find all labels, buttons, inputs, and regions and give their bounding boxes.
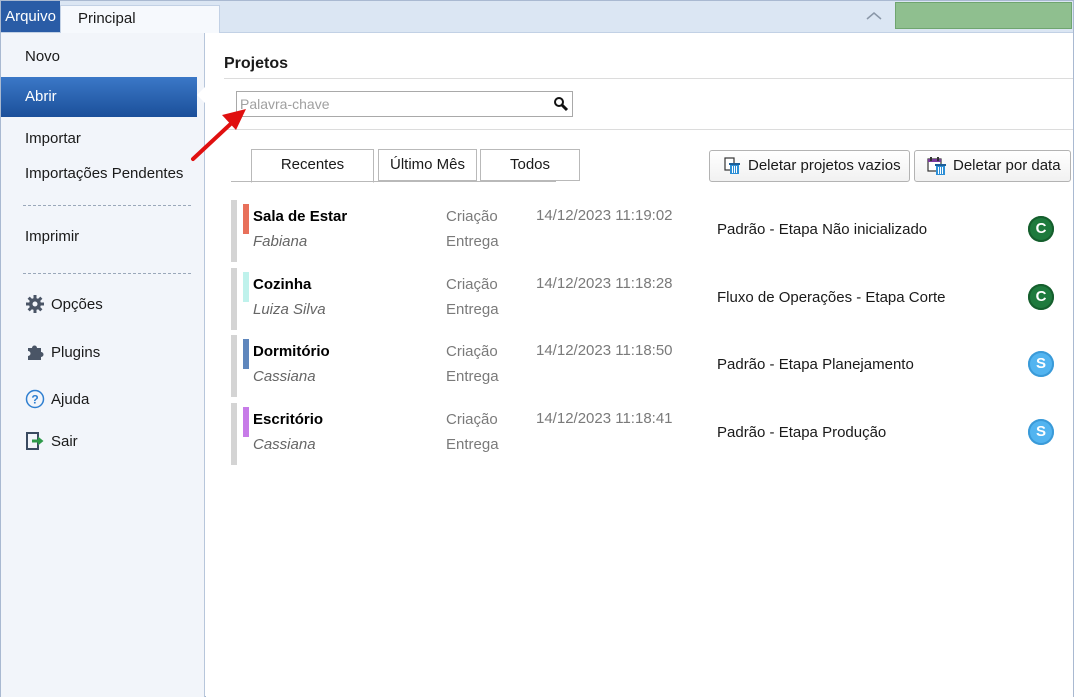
project-owner: Fabiana [253, 233, 308, 250]
delete-empty-projects-label: Deletar projetos vazios [748, 157, 901, 174]
sidebar-item-label: Ajuda [51, 391, 90, 408]
project-color-tag [243, 204, 249, 234]
puzzle-icon [28, 345, 44, 360]
ribbon-bar: Arquivo Principal [1, 1, 1073, 33]
sidebar-item-imprimir[interactable]: Imprimir [1, 217, 205, 257]
sidebar-divider [23, 273, 191, 274]
created-date: 14/12/2023 11:18:50 [536, 342, 673, 359]
title-divider [224, 78, 1073, 79]
created-label: Criação [446, 208, 498, 225]
project-owner: Luiza Silva [253, 301, 326, 318]
project-row[interactable]: Dormitório Cassiana Criação Entrega 14/1… [231, 335, 1073, 397]
created-date: 14/12/2023 11:18:41 [536, 410, 673, 427]
created-label: Criação [446, 411, 498, 428]
created-date: 14/12/2023 11:18:28 [536, 275, 673, 292]
delete-empty-projects-button[interactable]: Deletar projetos vazios [709, 150, 910, 182]
project-stage: Padrão - Etapa Planejamento [717, 356, 914, 373]
project-color-tag [243, 407, 249, 437]
svg-text:?: ? [31, 393, 38, 407]
status-badge: C [1028, 284, 1054, 310]
project-owner: Cassiana [253, 436, 316, 453]
delivery-label: Entrega [446, 436, 499, 453]
project-stage: Padrão - Etapa Não inicializado [717, 221, 928, 238]
status-badge: S [1028, 419, 1054, 445]
created-date: 14/12/2023 11:19:02 [536, 207, 673, 224]
delete-by-date-label: Deletar por data [953, 157, 1061, 174]
status-badge: S [1028, 351, 1054, 377]
sidebar-divider [23, 205, 191, 206]
project-stage: Fluxo de Operações - Etapa Corte [717, 289, 946, 306]
exit-icon [26, 432, 44, 450]
app-window: Arquivo Principal Novo Abrir Importar Im… [0, 0, 1074, 697]
sidebar-item-label: Sair [51, 433, 78, 450]
project-name: Sala de Estar [253, 208, 348, 225]
help-icon: ? [25, 389, 45, 409]
delete-by-date-button[interactable]: Deletar por data [914, 150, 1071, 182]
tab-ultimo-mes[interactable]: Último Mês [378, 149, 477, 181]
delivery-label: Entrega [446, 301, 499, 318]
active-pointer [197, 87, 205, 103]
tab-recentes[interactable]: Recentes [251, 149, 374, 183]
row-marker [231, 335, 237, 397]
project-row[interactable]: Escritório Cassiana Criação Entrega 14/1… [231, 403, 1073, 465]
calendar-trash-icon [927, 157, 946, 175]
page-title: Projetos [224, 55, 289, 72]
delivery-label: Entrega [446, 368, 499, 385]
project-color-tag [243, 272, 249, 302]
main-panel: Projetos Recentes Último Mês Todos [206, 33, 1073, 697]
tab-todos[interactable]: Todos [480, 149, 580, 181]
project-row[interactable]: Cozinha Luiza Silva Criação Entrega 14/1… [231, 268, 1073, 330]
project-stage: Padrão - Etapa Produção [717, 424, 887, 441]
project-owner: Cassiana [253, 368, 316, 385]
delivery-label: Entrega [446, 233, 499, 250]
search-input[interactable] [237, 92, 537, 116]
project-name: Cozinha [253, 276, 312, 293]
collapse-ribbon-icon[interactable] [863, 7, 885, 25]
search-divider [224, 129, 1073, 130]
sidebar: Novo Abrir Importar Importações Pendente… [1, 33, 205, 697]
tab-baseline [231, 181, 556, 182]
created-label: Criação [446, 343, 498, 360]
sidebar-item-abrir[interactable]: Abrir [1, 77, 197, 117]
project-row[interactable]: Sala de Estar Fabiana Criação Entrega 14… [231, 200, 1073, 262]
search-box [236, 91, 573, 117]
sidebar-item-importar[interactable]: Importar [1, 119, 205, 159]
status-badge: C [1028, 216, 1054, 242]
project-color-tag [243, 339, 249, 369]
tab-arquivo[interactable]: Arquivo [1, 1, 60, 32]
trash-icon [724, 157, 740, 174]
gear-icon [26, 295, 44, 313]
row-marker [231, 403, 237, 465]
sidebar-item-label: Opções [51, 296, 103, 313]
search-icon[interactable] [553, 96, 569, 112]
sidebar-item-importacoes-pendentes[interactable]: Importações Pendentes [1, 154, 205, 194]
tab-principal[interactable]: Principal [60, 5, 220, 33]
row-marker [231, 268, 237, 330]
project-name: Escritório [253, 411, 324, 428]
project-name: Dormitório [253, 343, 330, 360]
row-marker [231, 200, 237, 262]
status-panel [895, 2, 1072, 29]
created-label: Criação [446, 276, 498, 293]
sidebar-item-novo[interactable]: Novo [1, 37, 205, 77]
sidebar-item-label: Plugins [51, 344, 101, 361]
